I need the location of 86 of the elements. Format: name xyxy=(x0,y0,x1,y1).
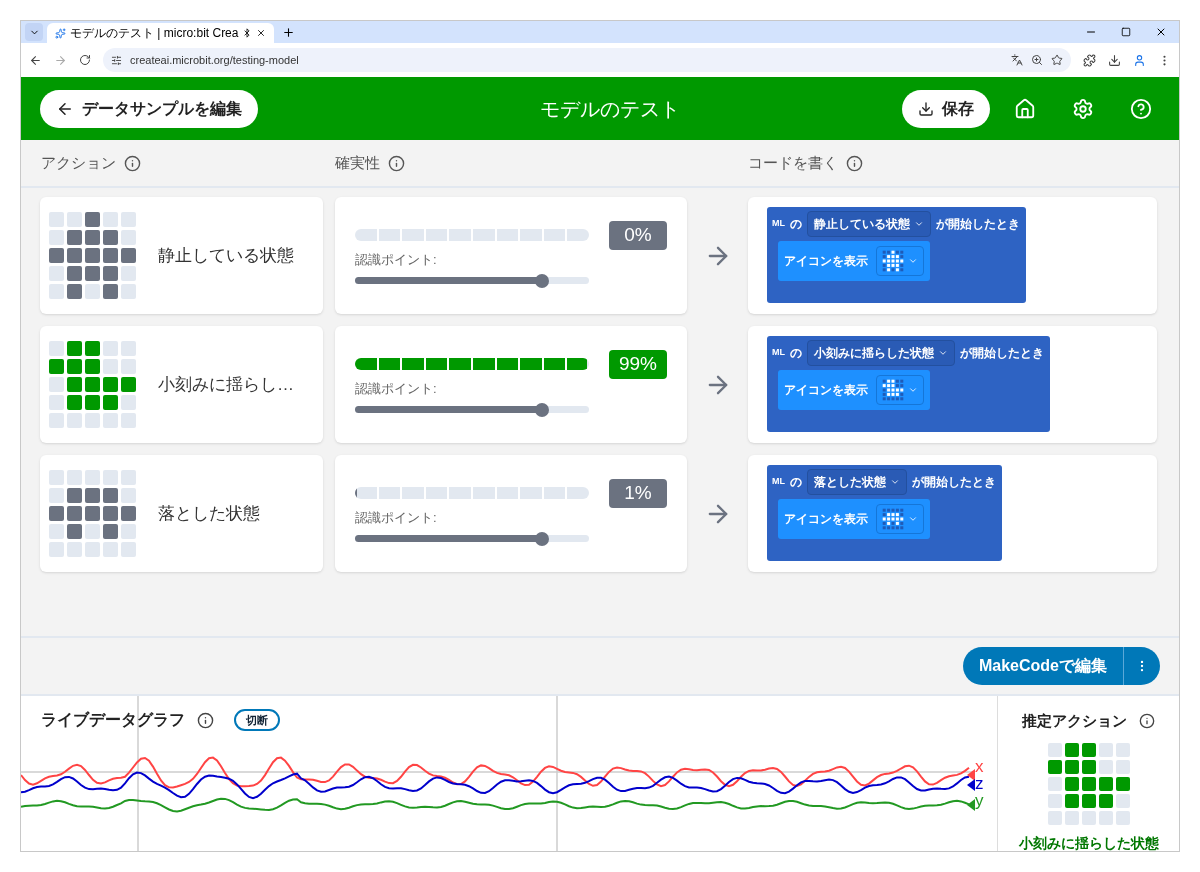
info-icon xyxy=(846,154,863,172)
caret-icon xyxy=(914,219,924,229)
of-label: の xyxy=(790,216,802,233)
certainty-badge: 99% xyxy=(609,350,667,379)
bookmark-icon xyxy=(1051,54,1063,66)
icon-dropdown[interactable] xyxy=(876,375,924,405)
certainty-badge: 0% xyxy=(609,221,667,250)
browser-tab[interactable]: モデルのテスト | micro:bit Crea xyxy=(47,23,275,43)
axis-label: x xyxy=(975,758,985,775)
maximize-icon xyxy=(1121,27,1131,37)
profile-icon xyxy=(1133,53,1146,67)
of-label: の xyxy=(790,345,802,362)
close-icon xyxy=(1155,26,1167,38)
graph-title: ライブデータグラフ xyxy=(41,710,185,730)
caret-icon xyxy=(938,348,948,358)
event-suffix: が開始したとき xyxy=(936,216,1020,233)
threshold-slider[interactable] xyxy=(355,531,589,546)
action-name: 落とした状態 xyxy=(158,502,260,525)
url-text: createai.microbit.org/testing-model xyxy=(130,52,299,68)
column-header: コードを書く xyxy=(748,152,838,173)
column-header: アクション xyxy=(41,152,116,173)
page-title: モデルのテスト xyxy=(540,96,680,122)
column-header: 確実性 xyxy=(335,152,380,173)
statement-label: アイコンを表示 xyxy=(784,511,868,528)
status-badge: 切断 xyxy=(234,708,280,732)
action-card[interactable]: 小刻みに揺らし… xyxy=(40,326,323,443)
tab-title: モデルのテスト | micro:bit Crea xyxy=(70,25,239,42)
info-icon xyxy=(197,711,214,729)
certainty-badge: 1% xyxy=(609,479,667,508)
info-icon xyxy=(1139,713,1155,730)
ml-label: ML xyxy=(772,346,785,360)
caret-icon xyxy=(890,477,900,487)
threshold-slider[interactable] xyxy=(355,273,589,288)
zoom-icon xyxy=(1031,54,1043,66)
new-tab-icon xyxy=(282,26,296,39)
caret-icon xyxy=(908,385,918,395)
triangle-marker-icon xyxy=(967,799,975,811)
event-dropdown[interactable]: 小刻みに揺らした状態 xyxy=(807,340,955,366)
action-card[interactable]: 静止している状態 xyxy=(40,197,323,314)
icon-dropdown[interactable] xyxy=(876,504,924,534)
icon-dropdown[interactable] xyxy=(876,246,924,276)
estimated-title: 推定アクション xyxy=(1022,711,1127,731)
axis-label: z xyxy=(975,775,985,792)
forward-icon xyxy=(54,53,67,67)
statement-label: アイコンを表示 xyxy=(784,382,868,399)
bluetooth-icon xyxy=(242,28,253,38)
download-icon xyxy=(1108,53,1121,67)
home-icon xyxy=(1014,97,1036,120)
threshold-slider[interactable] xyxy=(355,402,589,417)
event-dropdown[interactable]: 静止している状態 xyxy=(807,211,931,237)
threshold-label: 認識ポイント: xyxy=(355,509,438,527)
tab-list-button[interactable] xyxy=(25,23,43,41)
action-name: 静止している状態 xyxy=(158,244,294,267)
download-icon xyxy=(918,100,934,117)
save-button[interactable]: 保存 xyxy=(902,89,990,128)
event-dropdown[interactable]: 落とした状態 xyxy=(807,469,907,495)
axis-label: y xyxy=(975,792,985,809)
led-pattern-icon xyxy=(882,379,904,401)
caret-icon xyxy=(908,514,918,524)
reload-icon xyxy=(79,54,91,66)
site-settings-icon xyxy=(111,54,122,66)
settings-icon xyxy=(1072,97,1094,120)
threshold-label: 認識ポイント: xyxy=(355,380,438,398)
info-icon xyxy=(124,154,141,172)
address-field[interactable]: createai.microbit.org/testing-model xyxy=(103,48,1071,72)
ml-label: ML xyxy=(772,475,785,489)
caret-icon xyxy=(908,256,918,266)
extensions-icon xyxy=(1083,53,1096,67)
help-icon xyxy=(1130,97,1152,120)
threshold-label: 認識ポイント: xyxy=(355,251,438,269)
action-card[interactable]: 落とした状態 xyxy=(40,455,323,572)
event-suffix: が開始したとき xyxy=(912,474,996,491)
site-icon xyxy=(55,27,66,39)
led-pattern-icon xyxy=(882,508,904,530)
action-name: 小刻みに揺らし… xyxy=(158,373,294,396)
event-suffix: が開始したとき xyxy=(960,345,1044,362)
of-label: の xyxy=(790,474,802,491)
led-pattern-icon xyxy=(882,250,904,272)
estimated-action-name: 小刻みに揺らした状態 xyxy=(1018,833,1159,851)
translate-icon xyxy=(1011,54,1023,66)
close-icon xyxy=(256,28,267,38)
back-button[interactable]: データサンプルを編集 xyxy=(40,89,258,128)
statement-label: アイコンを表示 xyxy=(784,253,868,270)
info-icon xyxy=(388,154,405,172)
ml-label: ML xyxy=(772,217,785,231)
back-icon xyxy=(29,53,42,67)
